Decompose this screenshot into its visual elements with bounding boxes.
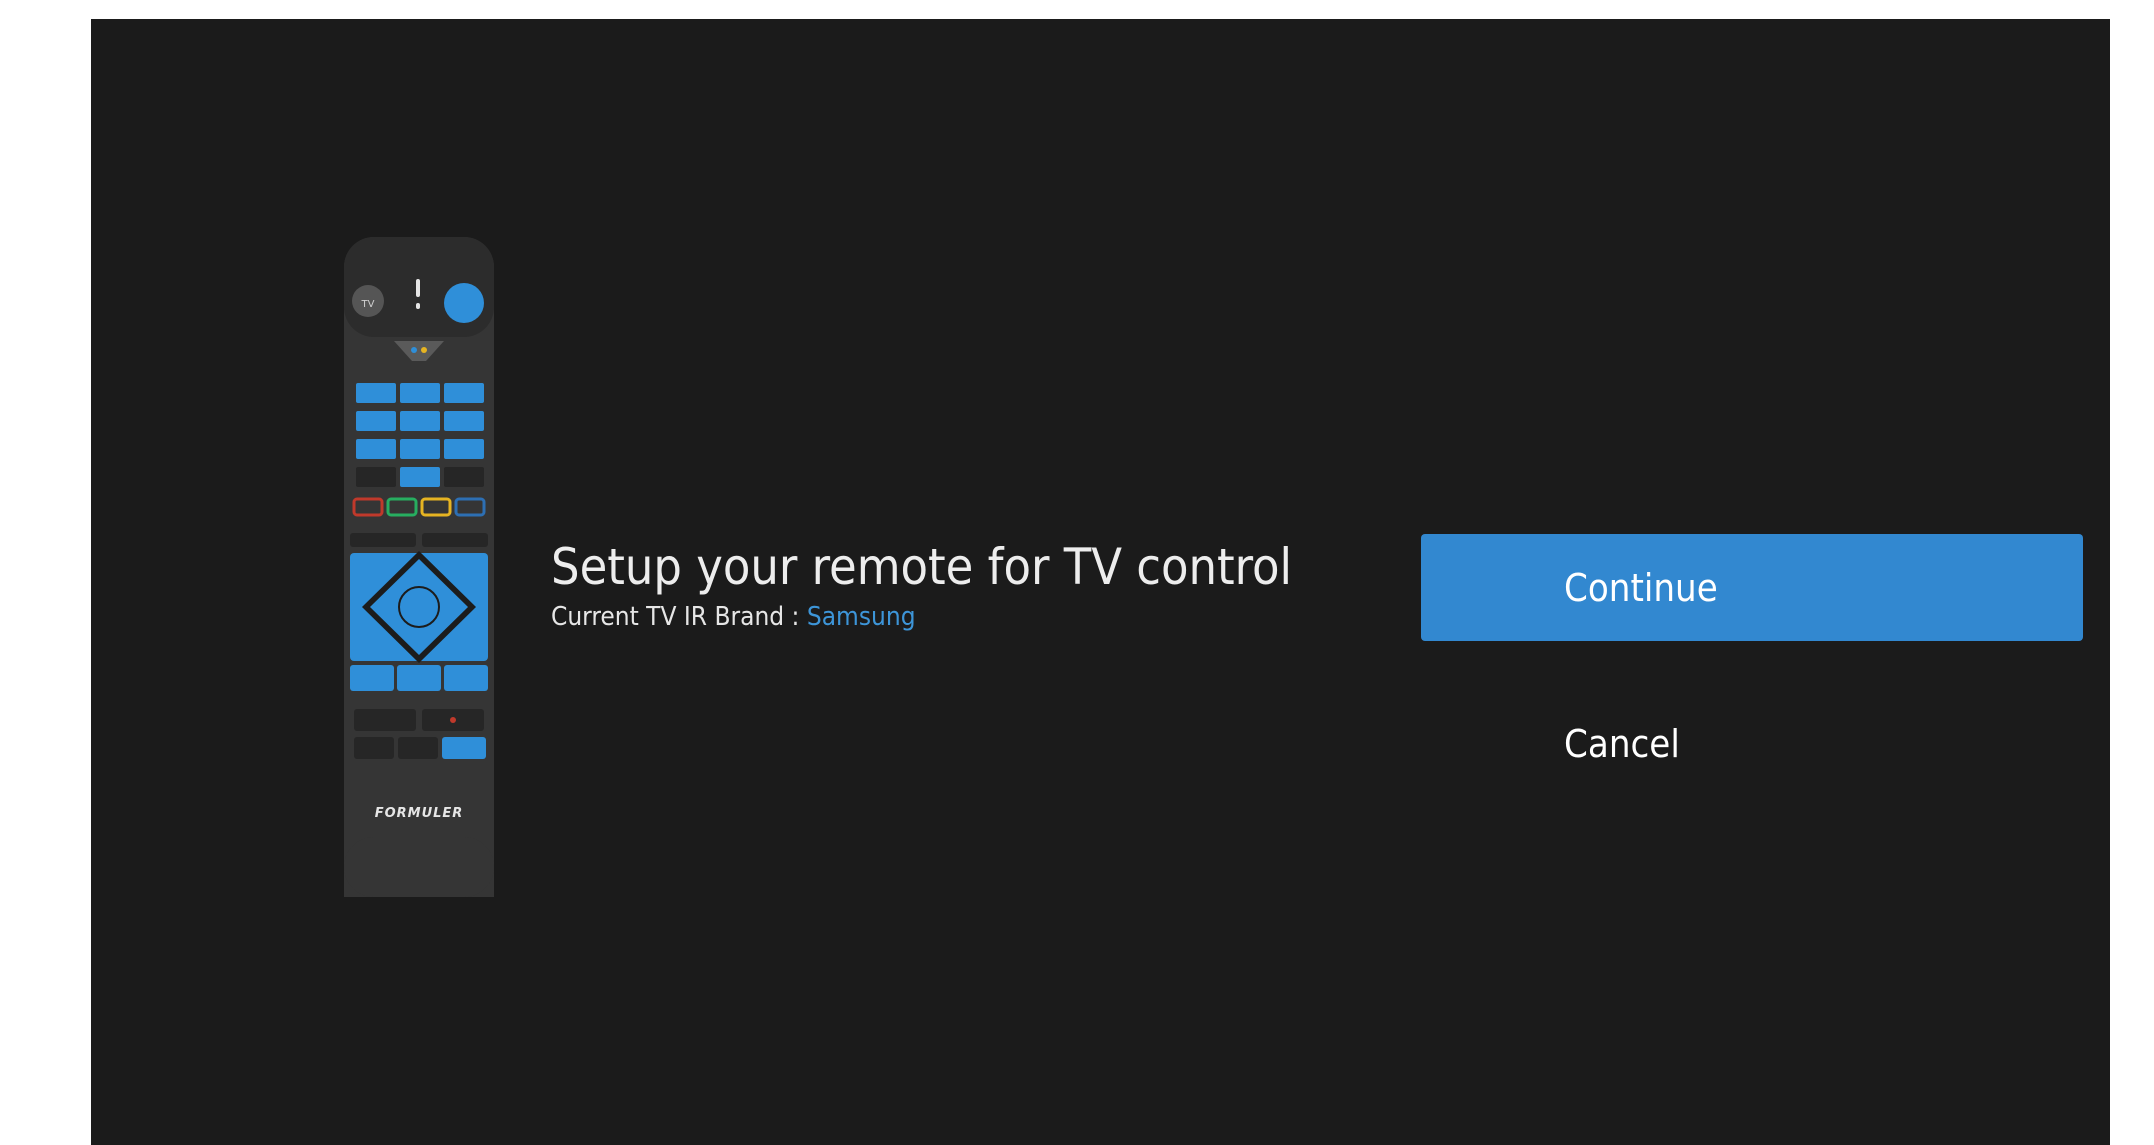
cancel-button-label: Cancel [1564, 722, 1680, 766]
continue-button[interactable]: Continue [1421, 534, 2083, 641]
svg-text:TV: TV [361, 299, 375, 310]
tv-brand-label: Current TV IR Brand : [551, 602, 807, 632]
cancel-button[interactable]: Cancel [1421, 699, 2083, 789]
setup-text-block: Setup your remote for TV control Current… [551, 536, 1351, 634]
play-pause-icon [354, 709, 416, 731]
remote-logo: FORMULER [375, 806, 464, 821]
tv-screen: TV FORMULER Setup your remote for TV con… [91, 19, 2110, 1145]
page-title: Setup your remote for TV control [551, 538, 1293, 596]
tv-brand-line: Current TV IR Brand : Samsung [551, 600, 1351, 634]
remote-control-image: TV FORMULER [344, 237, 494, 897]
power-icon [444, 283, 484, 323]
continue-button-label: Continue [1564, 565, 1718, 610]
tv-brand-value: Samsung [806, 602, 916, 632]
